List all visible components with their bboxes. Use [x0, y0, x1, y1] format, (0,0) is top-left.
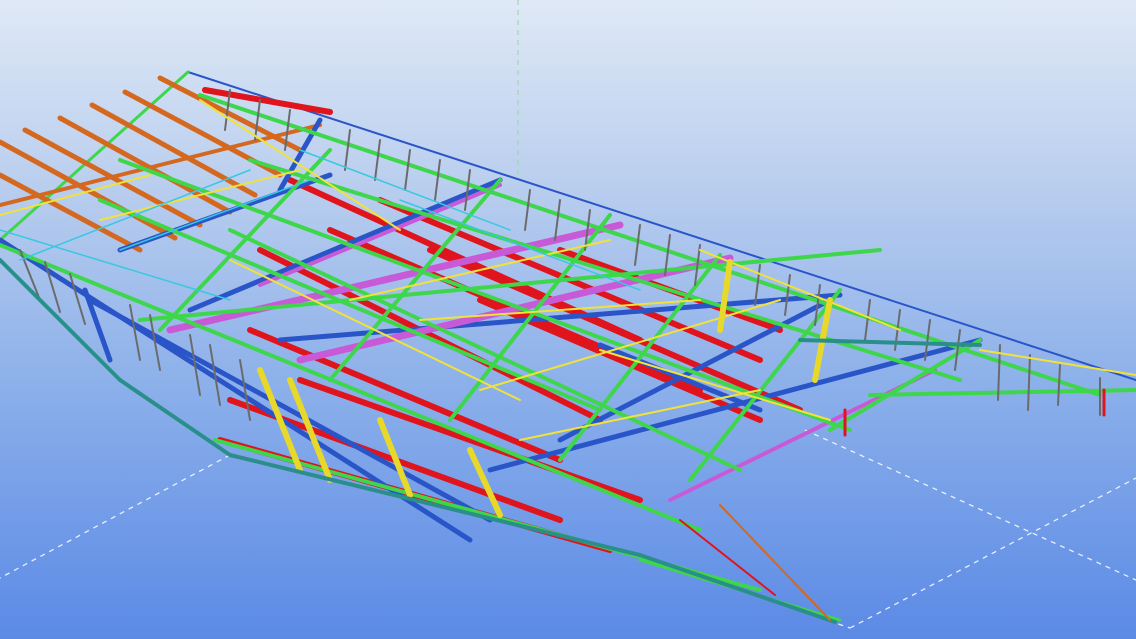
- grid-line-left: [0, 454, 231, 579]
- grid-line-right-a: [804, 429, 1136, 581]
- structure-model-canvas[interactable]: [0, 0, 1136, 639]
- bottom-chord: [679, 504, 831, 621]
- 3d-model-viewport[interactable]: [0, 0, 1136, 639]
- grid-line-right-b: [849, 477, 1136, 629]
- structural-model[interactable]: [0, 70, 1136, 624]
- blue-beams: [0, 117, 983, 543]
